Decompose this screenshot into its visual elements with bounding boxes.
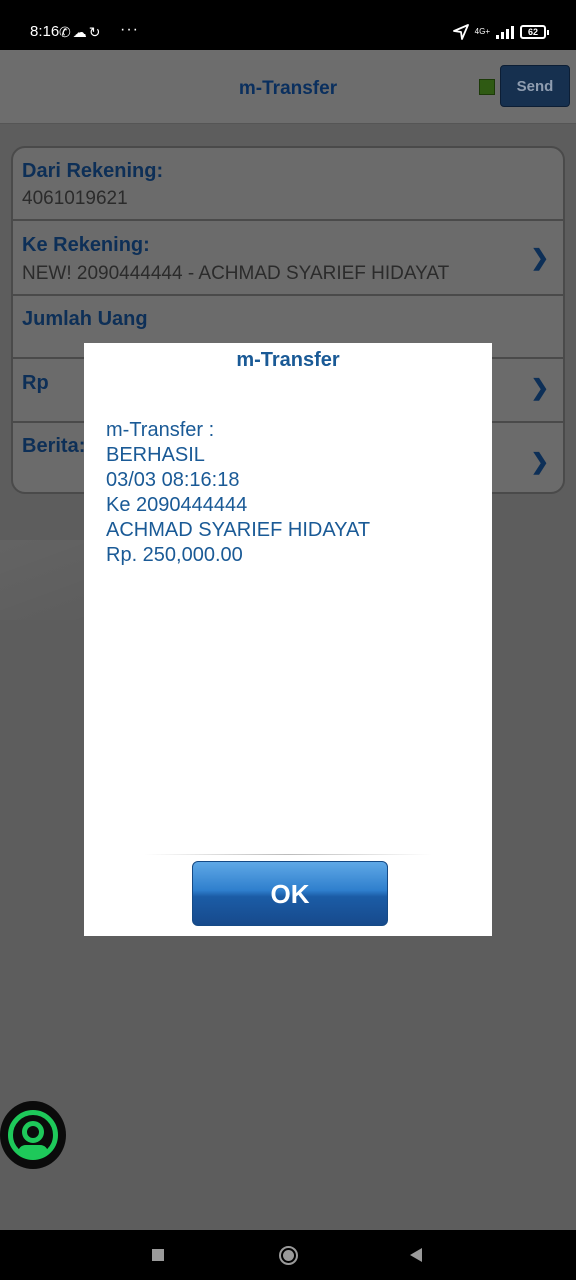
whatsapp-icon: ✆ bbox=[59, 24, 73, 40]
location-arrow-icon bbox=[452, 24, 469, 40]
chevron-right-icon: ❯ bbox=[530, 245, 549, 270]
dialog-line: Rp. 250,000.00 bbox=[106, 544, 243, 566]
status-right: 4G+ 62 bbox=[452, 22, 549, 42]
amount-label: Jumlah Uang bbox=[22, 308, 148, 330]
network-type: 4G+ bbox=[474, 27, 490, 36]
connection-status-indicator bbox=[479, 79, 495, 95]
to-account-row[interactable]: Ke Rekening: NEW! 2090444444 - ACHMAD SY… bbox=[13, 221, 563, 296]
floating-assistant-button[interactable] bbox=[0, 1101, 66, 1169]
dialog-divider bbox=[144, 854, 432, 855]
signal-icon bbox=[496, 25, 514, 39]
more-notifications-icon: ··· bbox=[120, 21, 139, 38]
dialog-title: m-Transfer bbox=[236, 349, 340, 371]
dialog-line: BERHASIL bbox=[106, 444, 205, 466]
sync-icon: ↻ bbox=[88, 24, 103, 40]
status-time: 8:16 bbox=[30, 23, 60, 40]
chevron-right-icon: ❯ bbox=[530, 449, 549, 474]
from-account-label: Dari Rekening: bbox=[22, 160, 164, 182]
cloud-icon: ☁ bbox=[72, 24, 89, 40]
dialog-message: m-Transfer : BERHASIL 03/03 08:16:18 Ke … bbox=[106, 418, 370, 568]
from-account-row: Dari Rekening: 4061019621 bbox=[13, 148, 563, 221]
chevron-right-icon: ❯ bbox=[530, 375, 549, 400]
dialog-line: ACHMAD SYARIEF HIDAYAT bbox=[106, 519, 371, 541]
recent-apps-icon[interactable] bbox=[152, 1249, 164, 1261]
battery-icon: 62 bbox=[520, 25, 549, 39]
dialog-line: Ke 2090444444 bbox=[106, 494, 248, 516]
system-nav-bar bbox=[0, 1230, 576, 1280]
currency-label: Rp bbox=[22, 372, 49, 394]
to-account-value: NEW! 2090444444 - ACHMAD SYARIEF HIDAYAT bbox=[22, 263, 450, 284]
dialog-line: m-Transfer : bbox=[106, 419, 215, 441]
to-account-label: Ke Rekening: bbox=[22, 234, 150, 256]
from-account-value: 4061019621 bbox=[22, 188, 128, 209]
message-label: Berita: bbox=[22, 435, 86, 457]
send-button[interactable]: Send bbox=[500, 65, 570, 107]
ok-button[interactable]: OK bbox=[192, 861, 388, 926]
notification-icons: ✆☁↻ bbox=[59, 22, 102, 42]
status-bar: 8:16 ✆☁↻ ··· 4G+ 62 bbox=[0, 0, 576, 50]
result-dialog: m-Transfer m-Transfer : BERHASIL 03/03 0… bbox=[84, 343, 492, 936]
dialog-line: 03/03 08:16:18 bbox=[106, 469, 240, 491]
home-icon[interactable] bbox=[279, 1246, 298, 1265]
back-icon[interactable] bbox=[410, 1248, 422, 1262]
